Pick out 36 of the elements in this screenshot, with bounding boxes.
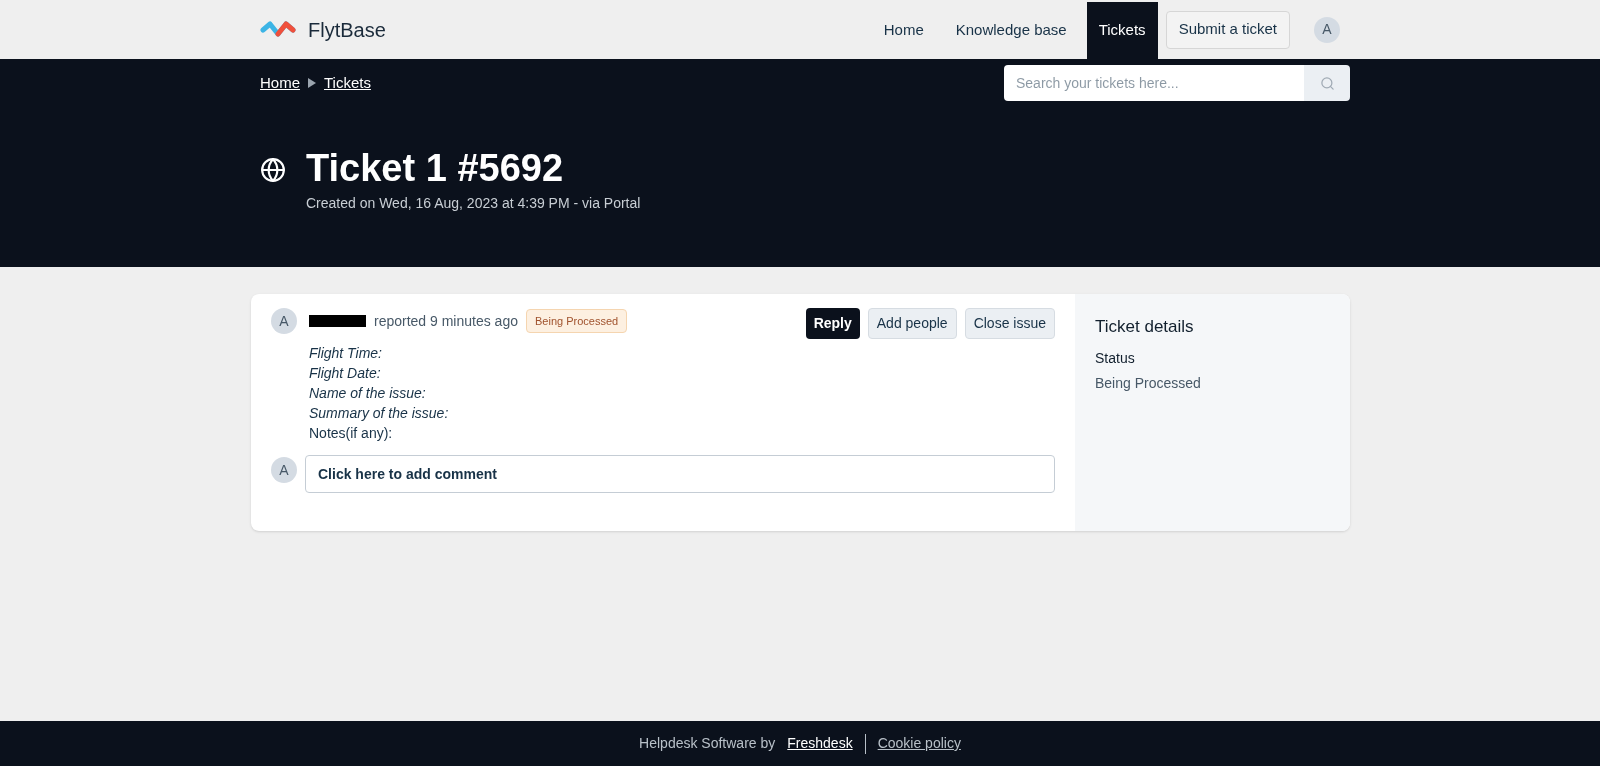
ticket-title: Ticket 1 #5692	[306, 146, 565, 191]
footer-link[interactable]: Cookie policy	[877, 733, 961, 754]
status-badge: Being Processed	[526, 308, 628, 334]
footer-text: Helpdesk Software by	[639, 734, 776, 753]
search-button[interactable]	[1304, 65, 1350, 101]
ticket-subtitle: Created on Wed, 16 Aug, 2023 at 4:39 PM - via Portal	[306, 193, 641, 213]
nav-link[interactable]: Tickets	[1086, 2, 1158, 59]
logo-icon	[260, 19, 296, 40]
search-field[interactable]: Search your tickets here...	[1004, 65, 1304, 101]
brand-name: FlytBase	[308, 17, 386, 43]
body-line: Flight Time:	[309, 344, 383, 363]
commenter-avatar: A	[271, 457, 297, 483]
action-button[interactable]: Add people	[867, 308, 957, 339]
breadcrumb-link[interactable]: Tickets	[324, 72, 371, 95]
nav-link[interactable]: Knowledge base	[943, 2, 1079, 59]
field-value: Being Processed	[1095, 373, 1202, 393]
redaction-bar	[309, 315, 366, 327]
action-button[interactable]: Reply	[805, 308, 860, 339]
details-title: Ticket details	[1095, 316, 1195, 338]
breadcrumb-link[interactable]: Home	[260, 72, 300, 95]
user-avatar[interactable]: A	[1314, 16, 1340, 43]
body-line: Summary of the issue:	[309, 404, 450, 423]
nav-link[interactable]: Home	[871, 2, 936, 59]
author-avatar: A	[271, 308, 297, 334]
reported-time: reported 9 minutes ago	[374, 311, 518, 331]
footer-link[interactable]: Freshdesk	[787, 733, 853, 754]
submit-ticket-button[interactable]: Submit a ticket	[1165, 10, 1290, 49]
body-line: Notes(if any):	[309, 424, 394, 443]
globe-icon	[260, 157, 286, 183]
comment-field[interactable]: Click here to add comment	[305, 455, 1055, 493]
field-label: Status	[1095, 348, 1136, 368]
chevron-icon	[308, 78, 316, 89]
body-line: Name of the issue:	[309, 384, 427, 403]
body-line: Flight Date:	[309, 364, 382, 383]
search-icon	[1319, 75, 1335, 91]
action-button[interactable]: Close issue	[964, 308, 1055, 339]
